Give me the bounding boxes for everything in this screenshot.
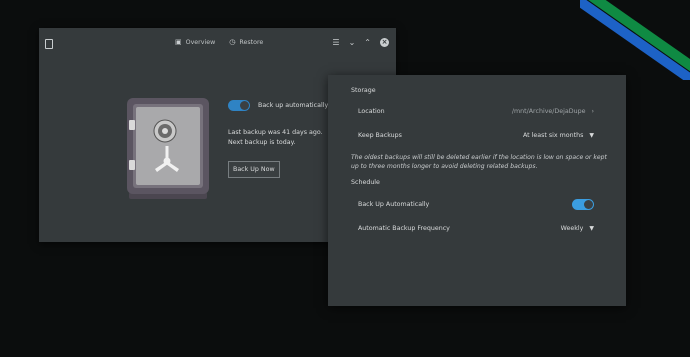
header-bar: ▣ Overview ◷ Restore ☰ ⌄ ⌃ × <box>39 28 396 60</box>
wallpaper-stripe-blue <box>580 0 690 80</box>
window-controls: ☰ ⌄ ⌃ × <box>332 38 389 47</box>
toggle-knob <box>584 200 593 209</box>
next-backup-text: Next backup is today. <box>228 139 296 146</box>
auto-backup-pref-toggle[interactable] <box>572 199 594 210</box>
tab-overview-label: Overview <box>185 38 216 46</box>
app-menu-icon[interactable] <box>45 39 53 49</box>
wallpaper-decoration <box>580 0 690 80</box>
auto-backup-pref-label: Back Up Automatically <box>358 201 430 208</box>
auto-backup-row: Back up automatically <box>228 100 328 111</box>
minimize-icon[interactable]: ⌄ <box>349 38 356 47</box>
backup-status: Last backup was 41 days ago. Next backup… <box>228 128 323 148</box>
auto-backup-toggle[interactable] <box>228 100 250 111</box>
chevron-right-icon: › <box>591 108 594 115</box>
retention-note: The oldest backups will still be deleted… <box>351 154 607 170</box>
location-label: Location <box>358 108 385 115</box>
location-value: /mnt/Archive/DejaDupe <box>511 108 586 115</box>
location-row[interactable]: Location /mnt/Archive/DejaDupe › <box>358 108 594 115</box>
frequency-value: Weekly <box>560 225 584 232</box>
view-switcher: ▣ Overview ◷ Restore <box>175 38 263 46</box>
storage-section-header: Storage <box>351 87 376 94</box>
keep-backups-label: Keep Backups <box>358 132 402 139</box>
frequency-label: Automatic Backup Frequency <box>358 225 450 232</box>
toggle-knob <box>240 101 249 110</box>
frequency-dropdown[interactable]: Weekly ▼ <box>561 225 594 232</box>
keep-backups-row: Keep Backups At least six months ▼ <box>358 132 594 139</box>
dropdown-arrow-icon: ▼ <box>589 225 594 232</box>
overview-icon: ▣ <box>175 38 182 46</box>
preferences-window: Storage Location /mnt/Archive/DejaDupe ›… <box>328 75 626 306</box>
tab-restore-label: Restore <box>239 38 264 46</box>
safe-icon <box>127 98 209 199</box>
dropdown-arrow-icon: ▼ <box>589 132 594 139</box>
auto-backup-label: Back up automatically <box>258 102 329 109</box>
history-icon: ◷ <box>229 38 236 46</box>
close-icon[interactable]: × <box>380 38 389 47</box>
tab-overview[interactable]: ▣ Overview <box>175 38 215 46</box>
hamburger-menu-icon[interactable]: ☰ <box>332 38 339 47</box>
back-up-now-button[interactable]: Back Up Now <box>228 161 280 178</box>
tab-restore[interactable]: ◷ Restore <box>229 38 263 46</box>
schedule-section-header: Schedule <box>351 179 380 186</box>
maximize-icon[interactable]: ⌃ <box>364 38 371 47</box>
keep-backups-value: At least six months <box>522 132 584 139</box>
last-backup-text: Last backup was 41 days ago. <box>228 129 323 136</box>
keep-backups-dropdown[interactable]: At least six months ▼ <box>523 132 594 139</box>
auto-backup-pref-row: Back Up Automatically <box>358 199 594 210</box>
frequency-row: Automatic Backup Frequency Weekly ▼ <box>358 225 594 232</box>
